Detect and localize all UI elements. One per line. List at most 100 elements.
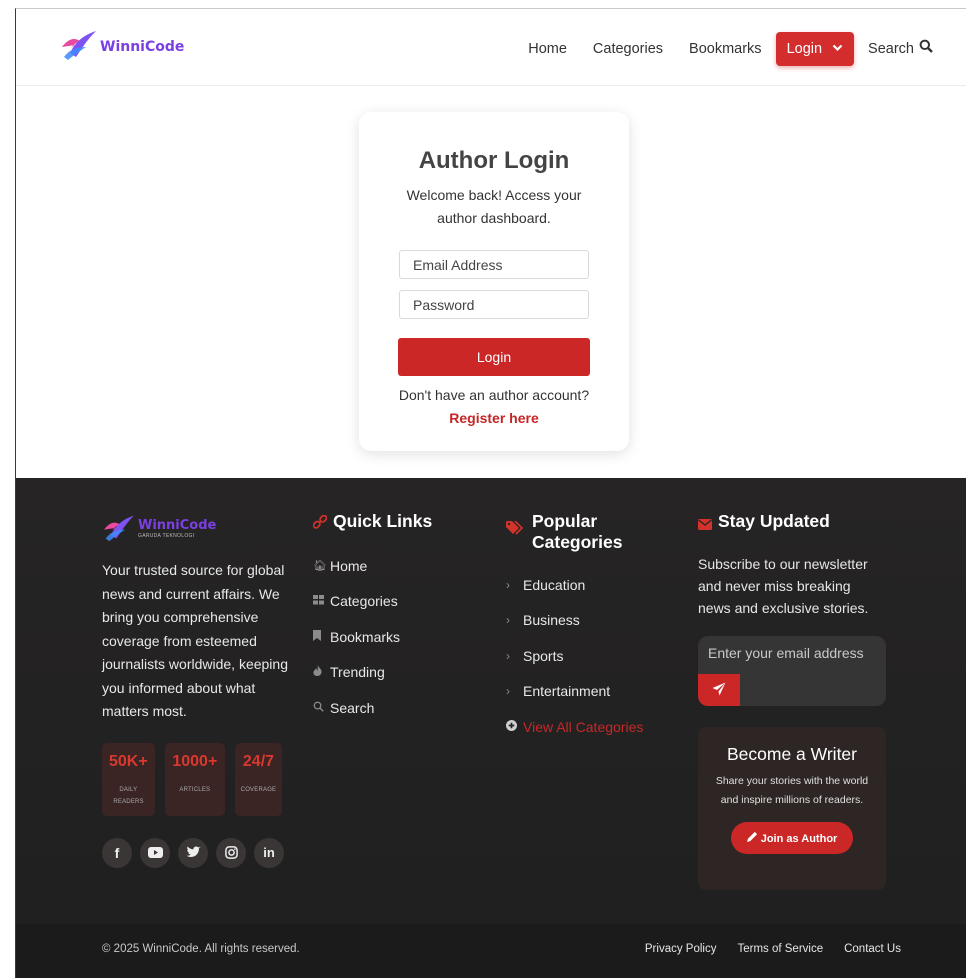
stat-label: DAILY READERS [113,786,144,805]
writer-title: Become a Writer [727,744,857,764]
navbar: WinniCode Home Categories Bookmarks Logi… [16,9,966,86]
newsletter-text: Subscribe to our newsletter and never mi… [698,556,869,616]
brand-name: WinniCode [100,38,185,55]
newsletter-email-input[interactable] [708,645,878,661]
popular-categories-list: › Education › Business › Sports › Entert… [506,567,686,745]
footer-link-label: Categories [330,593,398,610]
footer-quick-links: Quick Links 🏠︎ Home Categories Bookmarks… [312,511,483,726]
login-button[interactable]: Login [398,338,590,376]
paper-plane-icon [712,682,726,699]
chevron-right-icon: › [506,577,510,592]
nav-search-label: Search [868,41,914,57]
nav-bookmarks[interactable]: Bookmarks [689,39,762,59]
stat-value: 50K+ [109,752,148,770]
footer-link-label: Bookmarks [330,628,401,645]
footer-link-search[interactable]: Search [313,690,483,726]
popular-categories-heading: Popular Categories [506,511,686,553]
page: WinniCode Home Categories Bookmarks Logi… [15,8,966,978]
newsletter-title: Stay Updated [718,511,830,531]
facebook-icon[interactable]: f [102,837,132,868]
home-icon: 🏠︎ [313,560,327,573]
search-icon [919,39,933,59]
category-link-education[interactable]: › Education [506,567,686,603]
social-links: f in [102,837,292,868]
terms-of-service-link[interactable]: Terms of Service [737,943,823,955]
stat-value: 1000+ [172,752,218,770]
register-prompt: Don't have an author account? [398,387,590,403]
main-nav: Home Categories Bookmarks Login Search [502,32,933,66]
footer-brand-name: WinniCode [138,518,217,533]
category-label: Sports [523,647,564,664]
tags-icon [506,520,524,541]
stat-card: 24/7 COVERAGE [234,742,282,816]
bookmark-icon [313,629,330,644]
search-icon [313,701,330,715]
password-field[interactable] [399,290,589,319]
stat-label: ARTICLES [179,786,211,793]
link-icon [312,514,328,535]
footer-about: WinniCode GARUDA TEKNOLOGI Your trusted … [102,514,292,868]
footer-brand-tagline: GARUDA TEKNOLOGI [138,533,195,539]
become-writer-card: Become a Writer Share your stories with … [698,727,886,890]
login-title: Author Login [418,147,570,174]
nav-login-label: Login [786,41,823,57]
popular-categories-title: Popular Categories [532,511,623,552]
category-link-business[interactable]: › Business [506,603,686,639]
footer-link-trending[interactable]: Trending [313,655,483,691]
footer-link-label: Search [330,699,375,716]
plus-circle-icon [506,719,523,734]
nav-login-dropdown[interactable]: Login [775,32,855,66]
footer-link-categories[interactable]: Categories [313,584,483,620]
envelope-icon [698,515,712,536]
category-label: Education [523,576,586,593]
footer-brand-text: WinniCode GARUDA TEKNOLOGI [138,519,216,539]
footer-stats: 50K+ DAILY READERS 1000+ ARTICLES 24/7 C… [102,742,292,816]
privacy-policy-link[interactable]: Privacy Policy [645,943,717,955]
chevron-right-icon: › [506,613,510,628]
newsletter-heading: Stay Updated [698,511,886,536]
newsletter-submit-button[interactable] [698,674,740,706]
linkedin-icon[interactable]: in [254,837,284,868]
nav-categories[interactable]: Categories [593,39,663,59]
category-label: Entertainment [523,683,611,700]
footer: WinniCode GARUDA TEKNOLOGI Your trusted … [16,478,966,924]
contact-us-link[interactable]: Contact Us [844,943,901,955]
footer-newsletter: Stay Updated Subscribe to our newsletter… [698,511,886,890]
stat-label: COVERAGE [240,786,277,793]
view-all-categories-link[interactable]: View All Categories [506,709,686,745]
pencil-icon [746,831,761,845]
nav-home[interactable]: Home [528,39,567,59]
fire-icon [313,665,330,679]
quick-links-title: Quick Links [333,511,433,531]
footer-link-bookmarks[interactable]: Bookmarks [313,619,483,655]
stat-value: 24/7 [242,752,275,770]
footer-logo[interactable]: WinniCode GARUDA TEKNOLOGI [102,514,292,544]
newsletter-form [698,636,886,706]
stat-card: 50K+ DAILY READERS [102,742,155,816]
writer-text: Share your stories with the world and in… [715,775,869,806]
twitter-icon[interactable] [178,837,208,868]
instagram-icon[interactable] [216,837,246,868]
quick-links-heading: Quick Links [312,511,483,535]
footer-popular-categories: Popular Categories › Education › Busines… [506,511,686,745]
footer-about-text: Your trusted source for global news and … [102,562,288,719]
logo-icon [102,512,136,547]
chevron-right-icon: › [506,684,510,699]
view-all-label: View All Categories [523,718,644,735]
brand-logo[interactable]: WinniCode [60,27,184,66]
login-card: Author Login Welcome back! Access your a… [359,112,629,451]
login-subtitle: Welcome back! Access your author dashboa… [406,187,582,226]
footer-link-home[interactable]: 🏠︎ Home [313,548,483,584]
category-link-sports[interactable]: › Sports [506,638,686,674]
email-field[interactable] [399,250,589,279]
join-as-author-button[interactable]: Join as Author [730,822,854,854]
copyright-text: © 2025 WinniCode. All rights reserved. [102,943,300,955]
youtube-icon[interactable] [140,837,170,868]
chevron-down-icon [832,43,843,55]
footer-bottom-bar: © 2025 WinniCode. All rights reserved. P… [16,924,966,978]
category-link-entertainment[interactable]: › Entertainment [506,674,686,710]
register-link[interactable]: Register here [449,410,538,426]
footer-link-label: Trending [330,664,385,681]
quick-links-list: 🏠︎ Home Categories Bookmarks Trending Se… [313,548,483,726]
nav-search[interactable]: Search [868,39,933,59]
